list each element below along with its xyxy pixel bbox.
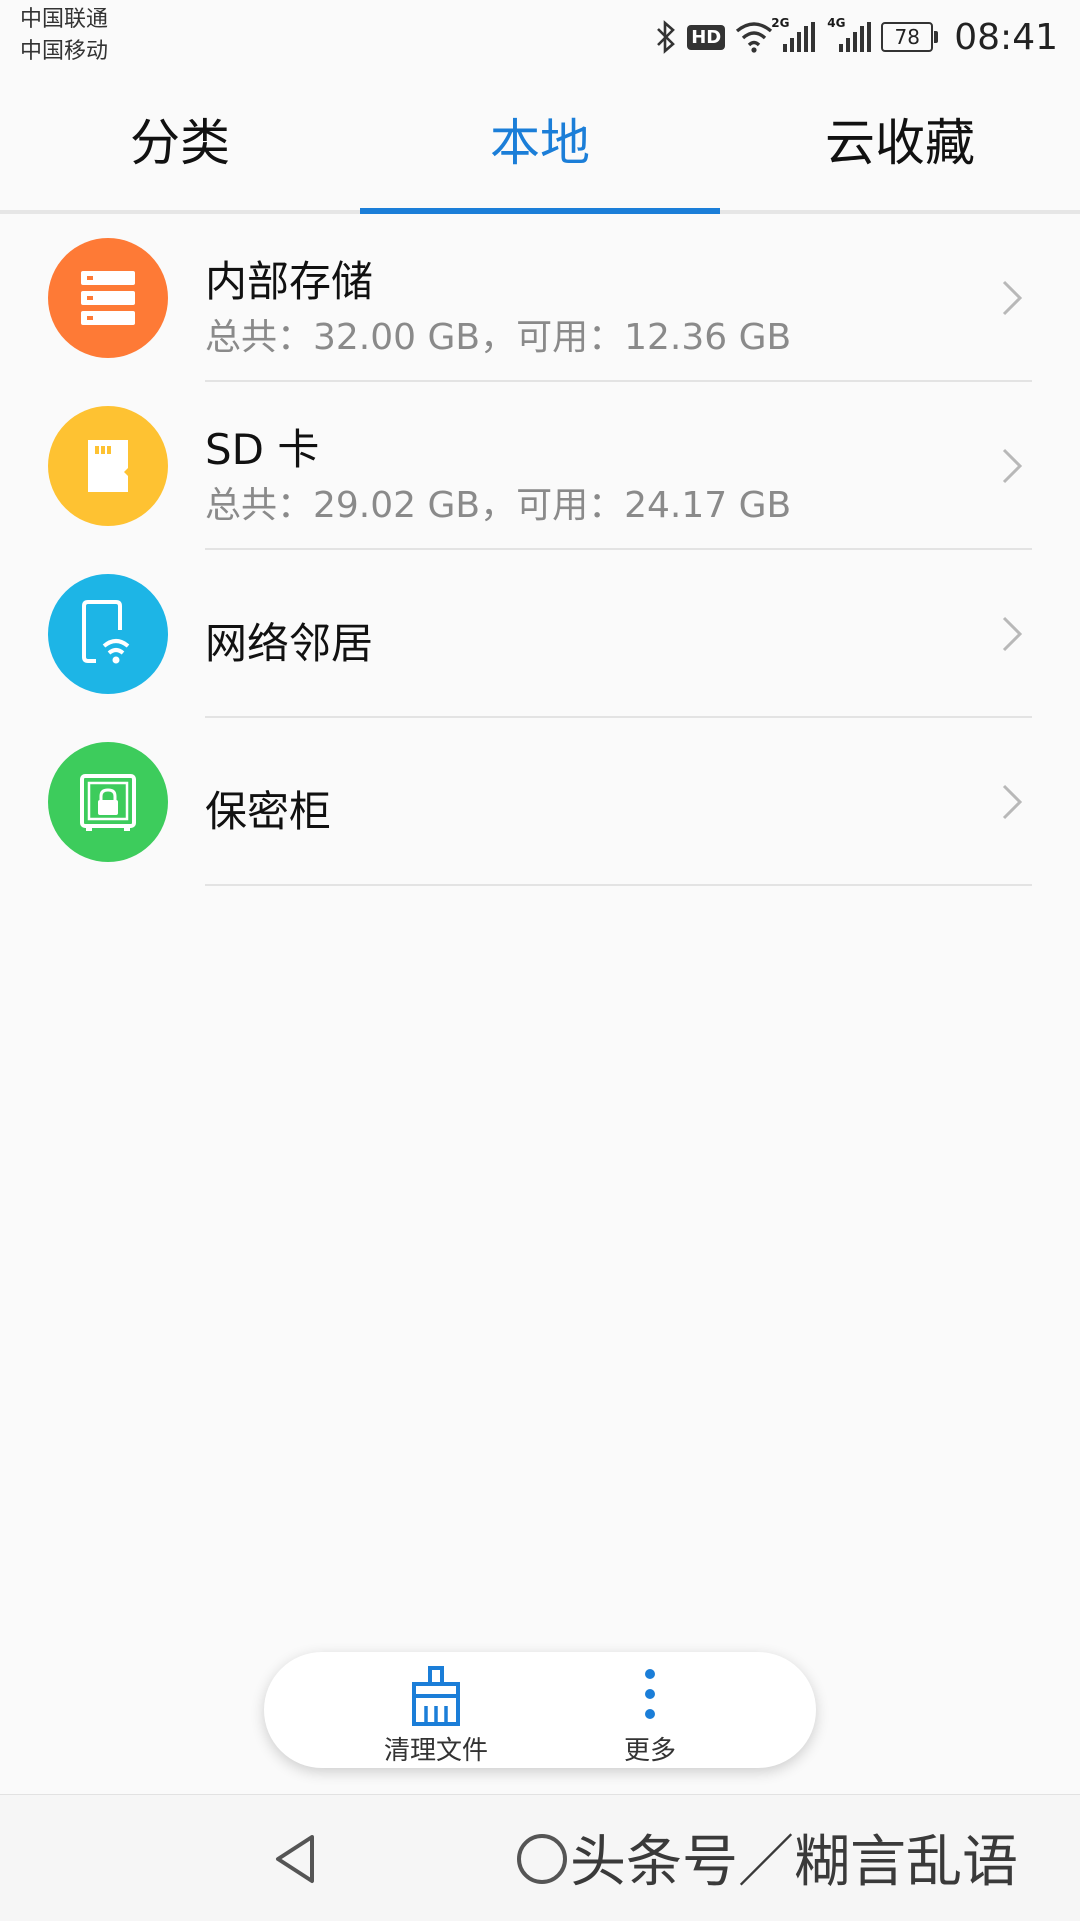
- list-item-safe[interactable]: 保密柜: [0, 718, 1080, 886]
- item-subtitle: 总共：29.02 GB，可用：24.17 GB: [205, 485, 792, 526]
- list-item-network-neighborhood[interactable]: 网络邻居: [0, 550, 1080, 718]
- status-bar: 中国联通 中国移动 HD 2G 4G 78 08:41: [0, 0, 1080, 78]
- divider: [205, 884, 1032, 886]
- battery-icon: 78: [881, 22, 939, 52]
- broom-icon: [412, 1666, 460, 1726]
- bluetooth-icon: [657, 20, 676, 54]
- chevron-right-icon: [1002, 784, 1023, 820]
- tab-cloud-favorites[interactable]: 云收藏: [720, 78, 1080, 214]
- tab-local[interactable]: 本地: [360, 78, 720, 214]
- item-title: 内部存储: [205, 257, 374, 306]
- carrier-label-1: 中国联通: [20, 7, 109, 32]
- bottom-action-bar: 清理文件 更多: [264, 1652, 816, 1768]
- item-title: SD 卡: [205, 425, 320, 474]
- back-icon[interactable]: [270, 1831, 322, 1887]
- watermark-text: 头条号／糊言乱语: [570, 1830, 1018, 1895]
- chevron-right-icon: [1002, 280, 1023, 316]
- list-item-internal-storage[interactable]: 内部存储 总共：32.00 GB，可用：12.36 GB: [0, 214, 1080, 382]
- item-subtitle: 总共：32.00 GB，可用：12.36 GB: [205, 317, 792, 358]
- sd-card-icon: [48, 406, 168, 526]
- tab-bar: 分类 本地 云收藏: [0, 78, 1080, 214]
- clean-files-label: 清理文件: [383, 1736, 488, 1766]
- item-title: 保密柜: [205, 787, 332, 836]
- safe-icon: [48, 742, 168, 862]
- network-phone-icon: [48, 574, 168, 694]
- status-icons: HD 2G 4G 78 08:41: [655, 12, 1058, 62]
- carrier-label-2: 中国移动: [20, 39, 109, 64]
- hd-badge: HD: [687, 24, 726, 50]
- item-title: 网络邻居: [205, 619, 374, 668]
- storage-list: 内部存储 总共：32.00 GB，可用：12.36 GB SD 卡 总共：29.…: [0, 214, 1080, 886]
- wifi-icon: [736, 22, 773, 53]
- more-vertical-icon: [645, 1669, 655, 1719]
- chevron-right-icon: [1002, 448, 1023, 484]
- clean-files-button[interactable]: 清理文件: [336, 1660, 536, 1766]
- more-button[interactable]: 更多: [550, 1660, 750, 1766]
- battery-level: 78: [881, 22, 934, 52]
- signal-2g-icon: 2G: [771, 16, 816, 52]
- signal-4g-icon: 4G: [827, 16, 872, 52]
- clock: 08:41: [954, 16, 1058, 58]
- tab-category[interactable]: 分类: [0, 78, 360, 214]
- storage-icon: [48, 238, 168, 358]
- more-label: 更多: [623, 1736, 676, 1766]
- chevron-right-icon: [1002, 616, 1023, 652]
- list-item-sd-card[interactable]: SD 卡 总共：29.02 GB，可用：24.17 GB: [0, 382, 1080, 550]
- home-icon[interactable]: [514, 1831, 570, 1887]
- system-nav-bar: 头条号／糊言乱语: [0, 1794, 1080, 1921]
